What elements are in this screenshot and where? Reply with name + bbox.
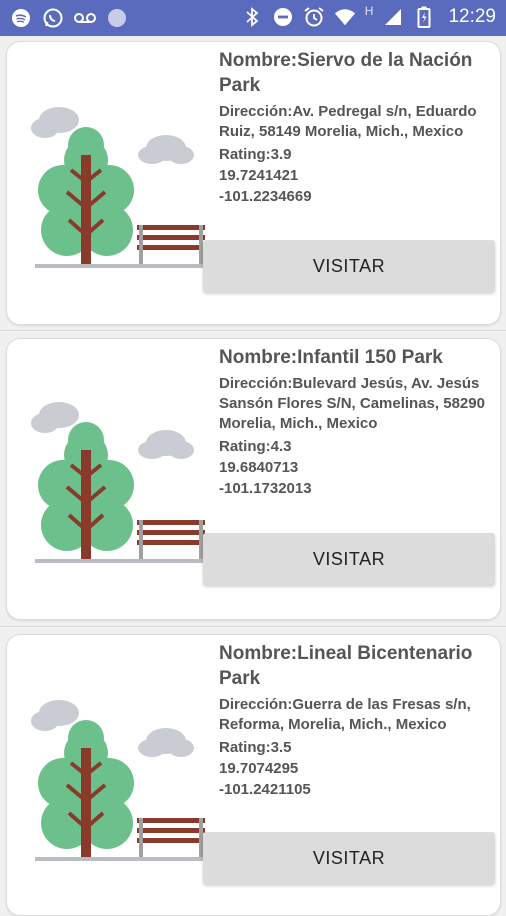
park-card: Nombre:Lineal Bicentenario Park Direcció… bbox=[6, 634, 501, 916]
park-rating: Rating:3.9 bbox=[219, 146, 292, 163]
park-address: Dirección:Bulevard Jesús, Av. Jesús Sans… bbox=[219, 375, 485, 432]
park-illustration bbox=[27, 693, 207, 863]
park-name: Nombre:Lineal Bicentenario Park bbox=[219, 643, 473, 689]
park-name: Nombre:Infantil 150 Park bbox=[219, 347, 443, 368]
whatsapp-icon bbox=[42, 7, 64, 29]
alarm-icon bbox=[303, 6, 325, 28]
park-address: Dirección:Av. Pedregal s/n, Eduardo Ruiz… bbox=[219, 103, 477, 140]
voicemail-icon bbox=[74, 7, 96, 29]
bluetooth-icon bbox=[241, 6, 263, 28]
park-longitude: -101.1732013 bbox=[219, 480, 312, 497]
park-address: Dirección:Guerra de las Fresas s/n, Refo… bbox=[219, 696, 471, 733]
park-latitude: 19.7241421 bbox=[219, 167, 299, 184]
visit-button[interactable]: VISITAR bbox=[203, 832, 495, 884]
network-type-label: H bbox=[364, 4, 374, 18]
circle-icon bbox=[106, 7, 128, 29]
park-longitude: -101.2234669 bbox=[219, 188, 312, 205]
park-card: Nombre:Siervo de la Nación Park Direcció… bbox=[6, 41, 501, 325]
do-not-disturb-icon bbox=[272, 6, 294, 28]
park-rating: Rating:3.5 bbox=[219, 739, 292, 756]
spotify-icon bbox=[10, 7, 32, 29]
park-name: Nombre:Siervo de la Nación Park bbox=[219, 50, 473, 96]
park-card: Nombre:Infantil 150 Park Dirección:Bulev… bbox=[6, 338, 501, 620]
clock-time: 12:29 bbox=[448, 6, 496, 27]
status-bar: H 12:29 bbox=[0, 0, 506, 36]
park-info: Nombre:Infantil 150 Park Dirección:Bulev… bbox=[219, 345, 492, 499]
card-divider bbox=[0, 330, 506, 331]
park-info: Nombre:Lineal Bicentenario Park Direcció… bbox=[219, 641, 492, 800]
park-rating: Rating:4.3 bbox=[219, 438, 292, 455]
battery-icon bbox=[413, 6, 435, 28]
wifi-icon bbox=[334, 6, 356, 28]
park-longitude: -101.2421105 bbox=[219, 781, 311, 798]
signal-icon bbox=[382, 6, 404, 28]
park-latitude: 19.7074295 bbox=[219, 760, 299, 777]
visit-button[interactable]: VISITAR bbox=[203, 240, 495, 292]
park-latitude: 19.6840713 bbox=[219, 459, 299, 476]
park-illustration bbox=[27, 395, 207, 565]
park-info: Nombre:Siervo de la Nación Park Direcció… bbox=[219, 48, 492, 207]
card-divider bbox=[0, 626, 506, 627]
park-illustration bbox=[27, 100, 207, 270]
visit-button[interactable]: VISITAR bbox=[203, 533, 495, 585]
